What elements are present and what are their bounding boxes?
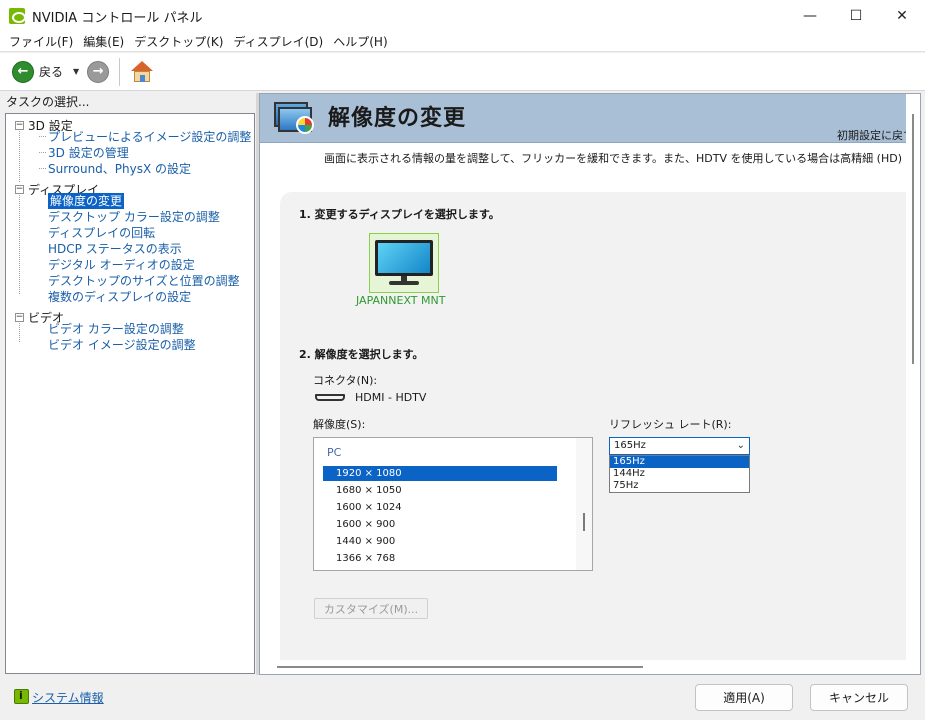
resolution-option[interactable]: 1600 × 1024: [323, 500, 557, 515]
system-info-link[interactable]: システム情報: [32, 689, 104, 706]
bottom-bar: システム情報 適用(A) キャンセル: [0, 677, 925, 720]
menu-bar: ファイル(F) 編集(E) デスクトップ(K) ディスプレイ(D) ヘルプ(H): [0, 32, 925, 52]
tree-item-change-resolution[interactable]: 解像度の変更: [48, 193, 125, 209]
resolution-label: 解像度(S):: [313, 418, 366, 431]
scrollbar-thumb[interactable]: [277, 666, 643, 668]
history-dropdown-icon[interactable]: ▼: [73, 67, 79, 76]
tree-item-surround-physx[interactable]: Surround、PhysX の設定: [48, 161, 191, 177]
tree-item-rotate-display[interactable]: ディスプレイの回転: [48, 225, 155, 241]
nvidia-logo-icon: [9, 8, 26, 24]
resolution-scrollbar[interactable]: [576, 438, 592, 570]
back-button-label[interactable]: 戻る: [39, 63, 63, 80]
resolution-option[interactable]: 1600 × 900: [323, 517, 557, 532]
page-description: 画面に表示される情報の量を調整して、フリッカーを緩和できます。また、HDTV を…: [324, 152, 921, 165]
vertical-scrollbar[interactable]: [906, 94, 920, 674]
tree-item-video-image[interactable]: ビデオ イメージ設定の調整: [48, 337, 196, 353]
forward-arrow-icon[interactable]: →: [87, 60, 110, 83]
tree-item-digital-audio[interactable]: デジタル オーディオの設定: [48, 257, 195, 273]
resolution-list[interactable]: PC 1920 × 1080 1680 × 1050 1600 × 1024 1…: [313, 437, 593, 571]
scrollbar-thumb[interactable]: [912, 114, 914, 364]
collapse-icon[interactable]: −: [15, 121, 24, 130]
menu-display[interactable]: ディスプレイ(D): [228, 33, 328, 50]
menu-help[interactable]: ヘルプ(H): [328, 33, 392, 50]
minimize-button[interactable]: —: [787, 0, 833, 32]
refresh-rate-option[interactable]: 144Hz: [610, 468, 749, 480]
scrollbar-thumb[interactable]: [583, 513, 585, 531]
display-selector[interactable]: [369, 233, 439, 293]
refresh-rate-value: 165Hz: [614, 440, 646, 451]
resolution-option[interactable]: 1680 × 1050: [323, 483, 557, 498]
tree-item-desktop-color[interactable]: デスクトップ カラー設定の調整: [48, 209, 220, 225]
horizontal-scrollbar[interactable]: [260, 660, 920, 674]
maximize-button[interactable]: ☐: [833, 0, 879, 32]
collapse-icon[interactable]: −: [15, 185, 24, 194]
resolution-group-label: PC: [327, 446, 342, 459]
task-tree: − 3D 設定 プレビューによるイメージ設定の調整 3D 設定の管理 Surro…: [5, 113, 255, 674]
tree-item-desktop-size-position[interactable]: デスクトップのサイズと位置の調整: [48, 273, 240, 289]
tree-connector: [39, 168, 46, 169]
refresh-rate-select[interactable]: 165Hz ⌄: [609, 437, 750, 455]
restore-defaults-link[interactable]: 初期設定に戻す: [837, 127, 914, 143]
menu-edit[interactable]: 編集(E): [78, 33, 129, 50]
back-arrow-icon[interactable]: ←: [12, 60, 34, 83]
task-select-header: タスクの選択...: [0, 93, 258, 112]
tree-connector: [39, 136, 46, 137]
refresh-rate-option[interactable]: 165Hz: [610, 456, 749, 468]
main-content: 解像度の変更 初期設定に戻す 画面に表示される情報の量を調整して、フリッカーを緩…: [259, 93, 921, 675]
customize-button[interactable]: カスタマイズ(M)...: [314, 598, 428, 619]
menu-file[interactable]: ファイル(F): [4, 33, 78, 50]
menu-desktop[interactable]: デスクトップ(K): [129, 33, 228, 50]
collapse-icon[interactable]: −: [15, 313, 24, 322]
display-settings-icon: [272, 98, 318, 138]
tree-connector: [39, 152, 46, 153]
tree-connector: [19, 193, 20, 294]
connector-value: HDMI - HDTV: [355, 391, 427, 404]
tree-connector: [19, 129, 20, 182]
tree-item-video-color[interactable]: ビデオ カラー設定の調整: [48, 321, 184, 337]
home-icon[interactable]: [130, 60, 154, 84]
chevron-down-icon[interactable]: ⌄: [737, 438, 745, 454]
resolution-option[interactable]: 1440 × 900: [323, 534, 557, 549]
refresh-rate-dropdown: 165Hz 144Hz 75Hz: [609, 455, 750, 493]
monitor-icon: [375, 240, 433, 286]
resolution-option[interactable]: 1366 × 768: [323, 551, 557, 566]
hdmi-icon: [315, 394, 345, 401]
resolution-option[interactable]: 1920 × 1080: [323, 466, 557, 481]
toolbar: ← 戻る ▼ →: [0, 53, 925, 91]
window-controls: — ☐ ✕: [787, 0, 925, 32]
tree-item-preview-image-settings[interactable]: プレビューによるイメージ設定の調整: [48, 129, 251, 145]
connector-label: コネクタ(N):: [313, 374, 378, 387]
title-bar: NVIDIA コントロール パネル — ☐ ✕: [0, 0, 925, 32]
page-banner: 解像度の変更 初期設定に戻す: [260, 94, 920, 143]
tree-item-multiple-displays[interactable]: 複数のディスプレイの設定: [48, 289, 191, 305]
apply-button[interactable]: 適用(A): [695, 684, 793, 711]
display-name-label[interactable]: JAPANNEXT MNT: [356, 294, 445, 307]
page-title: 解像度の変更: [328, 106, 467, 131]
tree-item-hdcp-status[interactable]: HDCP ステータスの表示: [48, 241, 182, 257]
refresh-rate-option[interactable]: 75Hz: [610, 480, 749, 492]
window-title: NVIDIA コントロール パネル: [32, 10, 203, 26]
tree-item-manage-3d-settings[interactable]: 3D 設定の管理: [48, 145, 129, 161]
close-button[interactable]: ✕: [879, 0, 925, 32]
toolbar-divider: [119, 57, 121, 86]
system-info-icon[interactable]: [14, 689, 29, 704]
step1-heading: 1. 変更するディスプレイを選択します。: [299, 208, 500, 221]
step2-heading: 2. 解像度を選択します。: [299, 348, 424, 361]
refresh-rate-label: リフレッシュ レート(R):: [609, 418, 732, 431]
cancel-button[interactable]: キャンセル: [810, 684, 908, 711]
